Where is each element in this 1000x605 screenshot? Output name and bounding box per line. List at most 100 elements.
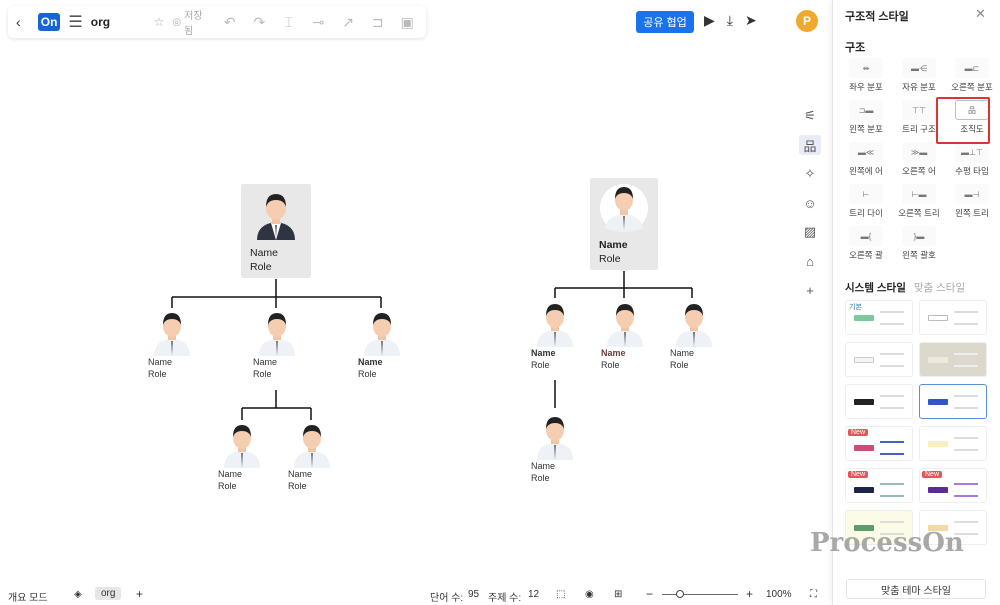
structure-option[interactable]: }▬ 왼쪽 괄호 (894, 226, 944, 264)
node-name: Name (148, 357, 173, 367)
org-node[interactable]: Name Role (531, 301, 581, 371)
structure-option[interactable]: ⊢▬ 오른쪽 트리 (894, 184, 944, 222)
top-right-actions: ▶ ⤓ ➤ (704, 12, 757, 29)
org-node[interactable]: Name Role (148, 310, 198, 380)
document-title[interactable]: org (91, 15, 146, 29)
structure-option[interactable]: ▬⊥⊤ 수평 타임 (947, 142, 997, 180)
layers-icon[interactable]: ◈ (74, 589, 82, 600)
structure-option[interactable]: ≫▬ 오른쪽 어 (894, 142, 944, 180)
zoom-out-icon[interactable]: − (646, 587, 653, 601)
new-badge: New (848, 429, 869, 436)
structure-option[interactable]: ▬⊣ 왼쪽 트리 (947, 184, 997, 222)
org-node[interactable]: Name Role (531, 414, 581, 484)
theme-option-selected[interactable] (919, 384, 987, 419)
theme-option[interactable] (845, 384, 913, 419)
structure-section-title: 구조 (845, 42, 866, 54)
summary-icon[interactable]: ⊐ (367, 14, 389, 31)
share-button[interactable]: 공유 협업 (636, 11, 694, 33)
map-icon[interactable]: ⊞ (614, 589, 622, 600)
tab-system-style[interactable]: 시스템 스타일 (845, 280, 906, 295)
left-structure-icon: ⊐▬ (849, 100, 883, 120)
tag-icon[interactable]: ⌂ (799, 251, 821, 271)
zoom-in-icon[interactable]: + (746, 587, 753, 601)
watermark-logo: ProcessOn (810, 528, 964, 558)
theme-option[interactable] (845, 342, 913, 377)
person-avatar-icon (537, 304, 573, 347)
page-tab[interactable]: org (95, 587, 122, 600)
redo-icon[interactable]: ↷ (249, 14, 271, 31)
node-role: Role (288, 481, 307, 491)
select-icon[interactable]: ⬚ (556, 589, 565, 600)
person-avatar-icon (600, 184, 648, 232)
avatar[interactable]: P (796, 10, 818, 32)
org-node[interactable]: Name Role (288, 422, 338, 492)
org-root-left[interactable]: Name Role (241, 184, 311, 278)
structure-option[interactable]: ▬⋲ 자유 분포 (894, 58, 944, 96)
custom-theme-button[interactable]: 맞춤 테마 스타일 (846, 579, 986, 599)
zoom-slider-handle[interactable] (676, 590, 684, 598)
image-icon[interactable]: ▨ (799, 222, 821, 242)
node-role: Role (601, 360, 620, 370)
org-root-right[interactable]: Name Role (590, 178, 658, 270)
close-icon[interactable]: ✕ (975, 6, 986, 22)
fullscreen-icon[interactable]: ⛶ (810, 589, 817, 600)
theme-option[interactable]: 기본 (845, 300, 913, 335)
word-count: 95 (468, 589, 480, 600)
boundary-icon[interactable]: ▣ (396, 14, 418, 31)
top-toolbar: ‹ On ☰ org ☆ ◎ 저장됨 ↶ ↷ ⌶ ⊸ ↗ ⊐ ▣ (8, 6, 426, 38)
topic-count: 12 (528, 589, 540, 600)
locate-icon[interactable]: ◉ (585, 589, 594, 600)
add-icon[interactable]: + (799, 280, 821, 300)
menu-icon[interactable]: ☰ (68, 12, 82, 32)
structure-option[interactable]: ⊢ 트리 다이 (841, 184, 891, 222)
org-node[interactable]: Name Role (218, 422, 268, 492)
insert-topic-icon[interactable]: ⊸ (308, 14, 330, 31)
node-name: Name (253, 357, 278, 367)
relationship-icon[interactable]: ↗ (337, 14, 359, 31)
theme-option[interactable]: New (845, 468, 913, 503)
theme-option[interactable]: New (845, 426, 913, 461)
timeline-icon: ▬⊥⊤ (955, 142, 989, 162)
org-node[interactable]: Name Role (601, 301, 651, 371)
present-icon[interactable]: ▶ (704, 12, 715, 29)
theme-option[interactable] (919, 342, 987, 377)
structure-option[interactable]: ▬{오른쪽 괄 (841, 226, 891, 264)
structure-option[interactable]: ▬≪ 왼쪽에 어 (841, 142, 891, 180)
theme-option[interactable] (919, 426, 987, 461)
person-avatar-icon (257, 194, 295, 240)
add-page-icon[interactable]: + (136, 587, 143, 601)
right-bracket-icon: ▬{ (849, 226, 883, 246)
mindmap-canvas[interactable]: Name Role Name Role Name Role Name Role … (0, 40, 832, 585)
settings-sliders-icon[interactable]: ⚟ (799, 106, 821, 126)
org-node[interactable]: Name Role (670, 301, 720, 371)
structure-option[interactable]: ⇹ 좌우 분포 (841, 58, 891, 96)
structure-icon[interactable]: 品 (799, 135, 821, 155)
panel-title: 구조적 스타일 (845, 11, 909, 23)
emoji-icon[interactable]: ☺ (799, 193, 821, 213)
send-icon[interactable]: ➤ (745, 12, 757, 29)
theme-option[interactable]: New (919, 468, 987, 503)
download-icon[interactable]: ⤓ (727, 12, 733, 29)
tab-custom-style[interactable]: 맞춤 스타일 (914, 280, 965, 295)
tree-diagram-icon: ⊢ (849, 184, 883, 204)
undo-icon[interactable]: ↶ (219, 14, 241, 31)
theme-option[interactable] (919, 300, 987, 335)
fishbone-right-icon: ≫▬ (902, 142, 936, 162)
app-logo[interactable]: On (37, 13, 61, 31)
org-node[interactable]: Name Role (358, 310, 408, 380)
star-icon[interactable]: ☆ (154, 15, 165, 29)
right-tree-icon: ⊢▬ (902, 184, 936, 204)
node-role: Role (670, 360, 689, 370)
outline-mode-button[interactable]: 개요 모드 (8, 589, 48, 604)
node-role: Role (531, 473, 550, 483)
org-node[interactable]: Name Role (253, 310, 303, 380)
back-icon[interactable]: ‹ (16, 14, 30, 30)
node-role: Role (253, 369, 272, 379)
format-painter-icon[interactable]: ⌶ (278, 14, 300, 31)
node-name: Name (599, 239, 628, 251)
style-sparkle-icon[interactable]: ✧ (799, 164, 821, 184)
zoom-slider[interactable] (662, 594, 738, 595)
person-avatar-icon (294, 425, 330, 468)
structure-option[interactable]: ▬⊏ 오른쪽 분포 (947, 58, 997, 96)
structure-option[interactable]: ⊐▬ 왼쪽 분포 (841, 100, 891, 138)
